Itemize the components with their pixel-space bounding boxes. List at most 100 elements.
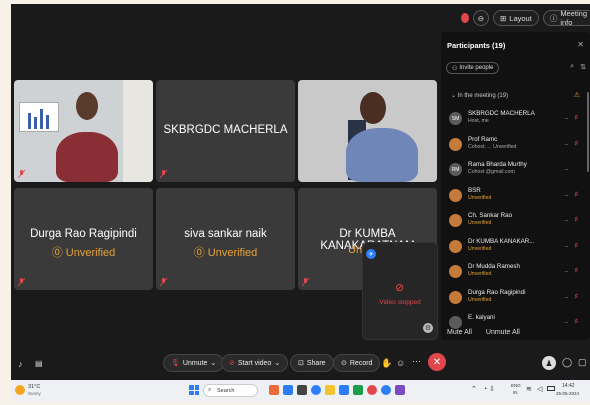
more-icon[interactable]: – [565, 193, 568, 199]
participant-tile[interactable]: siva sankar naik ⓪ Unverified [156, 188, 295, 290]
participant-row[interactable]: RM Rama Bharda Murthy Cohost @gmail.com – [445, 159, 586, 185]
scrollbar[interactable] [587, 92, 589, 172]
more-icon[interactable]: ⋯ [412, 356, 421, 367]
unverified-badge: ⓪ Unverified [193, 247, 258, 259]
participant-name: Dr Mudda Ramesh [468, 263, 520, 270]
avatar: SM [449, 112, 462, 125]
more-icon[interactable]: – [565, 218, 568, 224]
mute-all-button[interactable]: Mute All [447, 329, 472, 336]
warning-icon: ⓪ [51, 247, 66, 259]
notification-dot-icon[interactable] [461, 13, 469, 23]
mic-off-icon[interactable]: ♯ [575, 114, 578, 121]
participant-row[interactable]: Durga Rao Ragipindi Unverified – ♯ [445, 287, 586, 313]
meeting-info-button[interactable]: ⓘ Meeting info [542, 9, 590, 27]
participant-name: Prof Ramc [468, 135, 498, 143]
participant-status: Unverified [468, 245, 492, 252]
video-tile[interactable] [298, 80, 437, 182]
more-icon[interactable]: – [565, 269, 568, 275]
mic-off-icon[interactable]: ♯ [575, 216, 578, 223]
participant-row[interactable]: SM SKBRGDC MACHERLA Host, me – ♯ [445, 108, 586, 134]
unmute-button[interactable]: 🎙︎ Unmute ⌄ [163, 354, 225, 372]
wifi-icon[interactable]: ≋ [526, 385, 532, 393]
participant-row[interactable]: Prof Ramc Cohost, ... Unverified – ♯ [445, 134, 586, 160]
avatar [449, 290, 462, 304]
app-icon[interactable] [297, 385, 307, 395]
weather-temp: 31°C [28, 384, 41, 390]
close-icon[interactable]: ✕ [577, 40, 584, 49]
participant-tile[interactable]: Durga Rao Ragipindi ⓪ Unverified [14, 188, 153, 290]
sort-icon[interactable]: ⇅ [580, 63, 586, 71]
file-explorer-icon[interactable] [325, 385, 335, 395]
mic-off-icon[interactable]: ♯ [575, 293, 578, 300]
settings-icon[interactable]: ⚙ [423, 323, 433, 333]
mic-off-icon[interactable]: ♯ [575, 318, 578, 325]
raise-hand-icon[interactable]: ✋ [381, 358, 392, 369]
participant-row[interactable]: Dr KUMBA KANAKAR... Unverified – ♯ [445, 236, 586, 262]
participant-row[interactable]: BSR Unverified – ♯ [445, 185, 586, 211]
apps-icon[interactable]: ▢ [578, 357, 587, 368]
app-icon[interactable] [395, 385, 405, 395]
start-icon[interactable] [189, 385, 199, 395]
share-button[interactable]: ⊡ Share [290, 354, 334, 372]
unmute-all-button[interactable]: Unmute All [486, 329, 520, 336]
participants-panel: Participants (19) ✕ ⚇ Invite people ⌕ ⇅ ⌄… [441, 32, 590, 340]
avatar [449, 214, 462, 227]
app-icon[interactable] [381, 385, 391, 395]
participant-name: Ch. Sankar Rao [468, 212, 513, 219]
self-view-tile[interactable]: ✈ ⊘ Video stopped ⚙ [362, 242, 438, 340]
participant-row[interactable]: Dr Mudda Ramesh Unverified – ♯ [445, 261, 586, 287]
participant-row[interactable]: Ch. Sankar Rao Unverified – ♯ [445, 210, 586, 236]
more-icon[interactable]: – [565, 295, 568, 301]
mic-off-icon: 🎙︎ [171, 360, 180, 367]
captions-icon[interactable]: ▤ [35, 359, 43, 368]
battery-icon[interactable] [547, 386, 555, 391]
chrome-icon[interactable] [367, 385, 377, 395]
more-icon[interactable]: – [565, 116, 568, 122]
mic-off-icon [302, 278, 309, 286]
zoom-icon[interactable]: ⊖ [472, 10, 489, 26]
app-icon[interactable] [339, 385, 349, 395]
mic-off-icon[interactable]: ♯ [575, 140, 578, 147]
participant-name: SKBRGDC MACHERLA [468, 110, 535, 117]
top-bar: ⊖ ⊞ Layout ⓘ Meeting info [461, 9, 590, 27]
record-button[interactable]: ⊙ Record [333, 354, 381, 372]
mic-off-icon [18, 278, 25, 286]
search-icon: ⌕ [208, 387, 212, 393]
app-icon[interactable] [353, 385, 363, 395]
mic-off-icon[interactable]: ♯ [575, 242, 578, 249]
more-icon[interactable]: – [565, 167, 568, 173]
weather-icon[interactable] [15, 385, 25, 395]
chat-icon[interactable]: ◯ [562, 357, 572, 368]
invite-people-button[interactable]: ⚇ Invite people [446, 62, 500, 74]
mic-off-icon [160, 170, 167, 178]
layout-button[interactable]: ⊞ Layout [492, 10, 539, 26]
mic-off-icon[interactable]: ♯ [575, 267, 578, 274]
start-video-button[interactable]: ⊘ Start video ⌄ [221, 354, 289, 372]
mic-off-icon[interactable]: ♯ [575, 191, 578, 198]
language-indicator[interactable]: ENG [511, 383, 521, 388]
reactions-icon[interactable]: ☺ [396, 358, 405, 368]
tray-chevron-icon[interactable]: ⌃ [471, 385, 477, 393]
more-icon[interactable]: – [565, 320, 568, 326]
volume-icon[interactable]: ◁ [537, 385, 542, 393]
more-icon[interactable]: – [565, 244, 568, 250]
in-meeting-section[interactable]: ⌄ In the meeting (19) [451, 92, 508, 99]
leave-meeting-button[interactable]: ✕ [428, 353, 446, 371]
search-box[interactable]: ⌕ Search [203, 384, 258, 397]
app-icon[interactable] [283, 385, 293, 395]
participants-icon[interactable]: ♟ [542, 356, 556, 370]
pin-icon[interactable]: ✈ [366, 249, 376, 259]
search-icon[interactable]: ⌕ [570, 63, 574, 71]
wall-divider [123, 80, 153, 182]
audio-icon[interactable]: ♪ [18, 359, 23, 369]
more-icon[interactable]: – [565, 142, 568, 148]
video-tile[interactable] [14, 80, 153, 182]
record-icon: ⊙ [341, 360, 347, 367]
participant-name: Durga Rao Ragipindi [468, 288, 526, 296]
widgets-icon[interactable] [269, 385, 279, 395]
participant-tile[interactable]: SKBRGDC MACHERLA [156, 80, 295, 182]
app-icon[interactable] [311, 385, 321, 395]
tray-icons[interactable]: ◔ ⇩ [483, 385, 495, 393]
participant-status: Unverified [468, 194, 492, 201]
clock-time[interactable]: 14:42 [562, 383, 575, 389]
